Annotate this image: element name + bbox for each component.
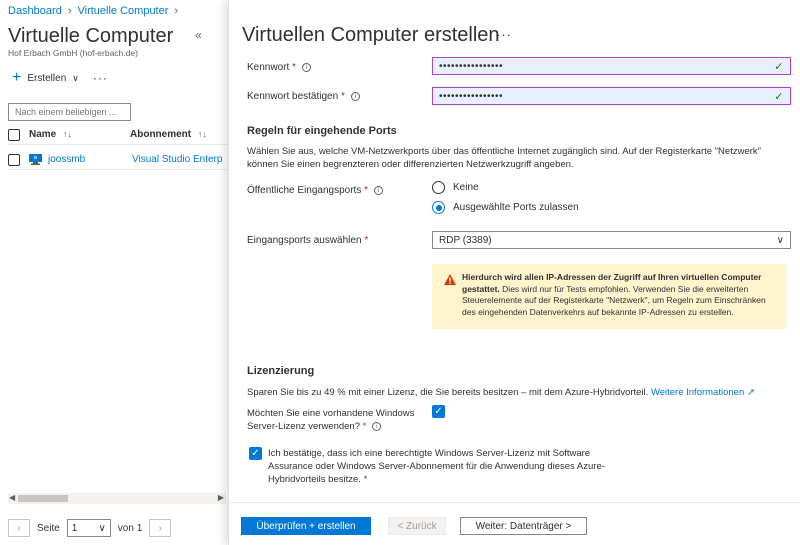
- scrollbar-thumb[interactable]: [18, 495, 68, 502]
- required-marker: *: [292, 62, 296, 73]
- warning-banner: Hierdurch wird allen IP-Adressen der Zug…: [432, 264, 786, 329]
- breadcrumb-virtual-computers[interactable]: Virtuelle Computer: [78, 5, 169, 17]
- checkmark-icon: ✓: [774, 60, 784, 73]
- virtual-machine-icon: [29, 154, 42, 165]
- tenant-subtitle: Hof Erbach GmbH (hof-erbach.de): [8, 48, 138, 58]
- column-header-name[interactable]: Name ↑↓: [29, 129, 130, 140]
- horizontal-scrollbar[interactable]: ◀ ▶: [8, 493, 226, 504]
- blade-title: Virtuellen Computer erstellen: [242, 24, 500, 46]
- sort-icon: ↑↓: [197, 129, 207, 139]
- info-icon[interactable]: i: [374, 185, 384, 195]
- confirm-license-text: Ich bestätige, dass ich eine berechtigte…: [268, 447, 618, 486]
- row-checkbox[interactable]: [8, 153, 20, 166]
- radio-circle[interactable]: [432, 181, 445, 194]
- toolbar: + Erstellen ∨ ···: [12, 69, 108, 86]
- inbound-ports-heading: Regeln für eingehende Ports: [247, 125, 397, 137]
- existing-license-checkbox[interactable]: ✓: [432, 405, 445, 418]
- vm-name-link[interactable]: joossmb: [48, 154, 132, 165]
- page-of-label: von 1: [117, 522, 143, 534]
- info-icon[interactable]: i: [350, 91, 360, 101]
- page-select-value: 1: [71, 522, 78, 534]
- chevron-right-icon: ›: [174, 5, 179, 17]
- password-label: Kennwort * i: [247, 62, 311, 73]
- previous-page-button[interactable]: ‹: [8, 519, 30, 537]
- confirm-password-input[interactable]: •••••••••••••••• ✓: [432, 87, 791, 105]
- page-title: Virtuelle Computer: [8, 25, 174, 47]
- next-disks-button[interactable]: Weiter: Datenträger >: [460, 517, 587, 535]
- table-row[interactable]: joossmb Visual Studio Enterprise: [8, 150, 228, 170]
- review-create-button[interactable]: Überprüfen + erstellen: [241, 517, 371, 535]
- existing-license-line2: Server-Lizenz verwenden?: [247, 421, 361, 432]
- required-marker: *: [362, 421, 367, 432]
- checkmark-icon: ✓: [774, 90, 784, 103]
- pager: ‹ Seite 1 ∨ von 1 ›: [8, 519, 172, 537]
- radio-selected-ports[interactable]: Ausgewählte Ports zulassen: [432, 201, 579, 214]
- password-value: ••••••••••••••••: [439, 60, 504, 72]
- public-ports-label-text: Öffentliche Eingangsports: [247, 185, 362, 196]
- warning-icon: [444, 274, 456, 285]
- required-marker: *: [364, 185, 369, 196]
- blade-footer: Überprüfen + erstellen < Zurück Weiter: …: [229, 502, 800, 545]
- subscription-link[interactable]: Visual Studio Enterprise: [132, 154, 222, 165]
- external-link-icon: ↗: [746, 387, 755, 398]
- inbound-ports-description: Wählen Sie aus, welche VM-Netzwerkports …: [247, 146, 762, 170]
- select-all-checkbox[interactable]: [8, 128, 20, 141]
- required-marker: *: [363, 474, 368, 485]
- chevron-down-icon[interactable]: ∨: [72, 73, 79, 84]
- radio-none-label: Keine: [453, 182, 479, 193]
- confirm-password-label-text: Kennwort bestätigen: [247, 91, 339, 102]
- inbound-ports-dropdown[interactable]: RDP (3389) ∨: [432, 231, 791, 249]
- confirm-license-text-value: Ich bestätige, dass ich eine berechtigte…: [268, 448, 605, 485]
- info-icon[interactable]: i: [301, 62, 311, 72]
- confirm-password-value: ••••••••••••••••: [439, 90, 504, 102]
- chevron-down-icon: ∨: [776, 234, 784, 246]
- left-blade: Dashboard › Virtuelle Computer › Virtuel…: [0, 0, 228, 545]
- more-info-link[interactable]: Weitere Informationen ↗: [651, 387, 755, 398]
- filter-input[interactable]: [8, 103, 131, 121]
- radio-circle-selected[interactable]: [432, 201, 445, 214]
- required-marker: *: [340, 91, 345, 102]
- table-header: Name ↑↓ Abonnement ↑↓: [8, 125, 228, 145]
- licensing-description-text: Sparen Sie bis zu 49 % mit einer Lizenz,…: [247, 387, 649, 398]
- column-subscription-label: Abonnement: [130, 129, 192, 140]
- page-label: Seite: [37, 522, 60, 534]
- collapse-icon[interactable]: «: [195, 28, 202, 42]
- warning-text: Dies wird nur für Tests empfohlen. Verwe…: [462, 283, 766, 317]
- sort-icon: ↑↓: [63, 129, 73, 139]
- inbound-ports-value: RDP (3389): [439, 234, 492, 246]
- password-input[interactable]: •••••••••••••••• ✓: [432, 57, 791, 75]
- plus-icon: +: [12, 69, 22, 86]
- scroll-left-icon[interactable]: ◀: [9, 493, 15, 502]
- radio-selected-label: Ausgewählte Ports zulassen: [453, 202, 579, 213]
- select-ports-label: Eingangsports auswählen *: [247, 235, 368, 246]
- breadcrumb-dashboard[interactable]: Dashboard: [8, 5, 62, 17]
- column-name-label: Name: [29, 129, 57, 140]
- chevron-down-icon: ∨: [98, 522, 106, 534]
- select-ports-label-text: Eingangsports auswählen: [247, 235, 362, 246]
- public-ports-label: Öffentliche Eingangsports * i: [247, 185, 384, 196]
- more-icon[interactable]: ···: [496, 27, 512, 42]
- back-button[interactable]: < Zurück: [388, 517, 446, 535]
- radio-none[interactable]: Keine: [432, 181, 479, 194]
- breadcrumb: Dashboard › Virtuelle Computer ›: [8, 4, 178, 18]
- next-page-button[interactable]: ›: [149, 519, 172, 537]
- chevron-right-icon: ›: [67, 5, 72, 17]
- create-button[interactable]: Erstellen: [27, 73, 66, 84]
- existing-license-line1: Möchten Sie eine vorhandene Windows: [247, 408, 415, 419]
- licensing-heading: Lizenzierung: [247, 365, 315, 377]
- scroll-right-icon[interactable]: ▶: [218, 493, 224, 502]
- confirm-license-checkbox[interactable]: ✓: [249, 447, 262, 460]
- page-select[interactable]: 1 ∨: [66, 519, 111, 537]
- create-vm-blade: Virtuellen Computer erstellen ··· Kennwo…: [228, 0, 800, 545]
- column-header-subscription[interactable]: Abonnement ↑↓: [130, 129, 207, 140]
- confirm-password-label: Kennwort bestätigen * i: [247, 91, 360, 102]
- required-marker: *: [364, 235, 369, 246]
- password-label-text: Kennwort: [247, 62, 290, 73]
- more-icon[interactable]: ···: [93, 71, 108, 85]
- existing-license-label: Möchten Sie eine vorhandene Windows Serv…: [247, 407, 427, 433]
- licensing-description: Sparen Sie bis zu 49 % mit einer Lizenz,…: [247, 386, 787, 399]
- form-content: Kennwort * i •••••••••••••••• ✓ Kennwort …: [229, 57, 800, 502]
- more-info-link-text: Weitere Informationen: [650, 387, 745, 398]
- info-icon[interactable]: i: [372, 421, 382, 431]
